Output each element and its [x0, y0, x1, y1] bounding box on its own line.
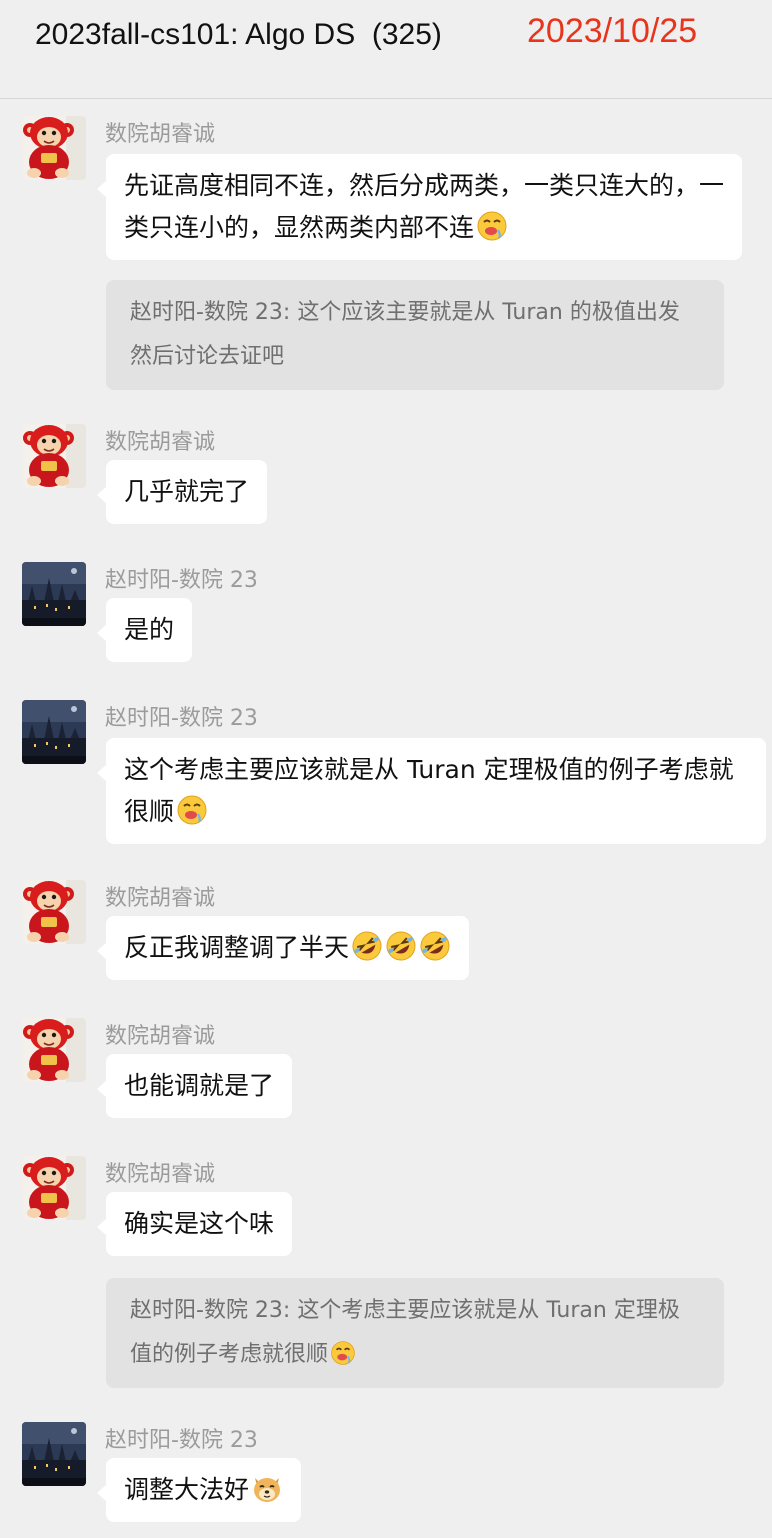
- message-bubble[interactable]: 也能调就是了: [96, 1054, 293, 1118]
- sender-name: 赵时阳-数院 23: [105, 1428, 258, 1453]
- message-bubble[interactable]: 反正我调整调了半天: [96, 916, 470, 980]
- message-text: 几乎就完了: [124, 477, 250, 506]
- rolling-laughing-icon: [351, 930, 383, 962]
- sender-name: 数院胡睿诚: [105, 1162, 216, 1187]
- night-castle-avatar[interactable]: [22, 700, 86, 764]
- rolling-laughing-icon: [385, 930, 417, 962]
- chat-header: 2023fall-cs101: Algo DS (325) 2023/10/25: [0, 0, 772, 99]
- sender-name: 数院胡睿诚: [105, 430, 216, 455]
- sender-name: 数院胡睿诚: [105, 122, 216, 147]
- red-monkey-avatar[interactable]: [22, 116, 86, 180]
- message-bubble[interactable]: 先证高度相同不连，然后分成两类，一类只连大的，一类只连小的，显然两类内部不连: [97, 154, 742, 260]
- message-text: 反正我调整调了半天: [124, 933, 350, 962]
- message-text: 也能调就是了: [124, 1071, 275, 1100]
- message-bubble[interactable]: 这个考虑主要应该就是从 Turan 定理极值的例子考虑就很顺: [97, 738, 766, 844]
- night-castle-avatar[interactable]: [22, 562, 86, 626]
- quoted-text: 赵时阳-数院 23: 这个考虑主要应该就是从 Turan 定理极值的例子考虑就很…: [130, 1298, 680, 1367]
- drooling-face-icon: [176, 794, 208, 826]
- night-castle-avatar[interactable]: [22, 1422, 86, 1486]
- quoted-reply[interactable]: 赵时阳-数院 23: 这个考虑主要应该就是从 Turan 定理极值的例子考虑就很…: [106, 1278, 724, 1388]
- red-monkey-avatar[interactable]: [22, 1018, 86, 1082]
- sender-name: 赵时阳-数院 23: [105, 706, 258, 731]
- quoted-reply[interactable]: 赵时阳-数院 23: 这个应该主要就是从 Turan 的极值出发然后讨论去证吧: [106, 280, 724, 390]
- chat-title[interactable]: 2023fall-cs101: Algo DS (325): [35, 18, 442, 52]
- message-text: 是的: [124, 615, 175, 644]
- drooling-face-icon: [476, 210, 508, 242]
- red-monkey-avatar[interactable]: [22, 1156, 86, 1220]
- message-bubble[interactable]: 是的: [96, 598, 193, 662]
- message-bubble[interactable]: 几乎就完了: [96, 460, 268, 524]
- message-text: 调整大法好: [124, 1475, 250, 1504]
- message-text: 确实是这个味: [124, 1209, 275, 1238]
- drooling-face-icon: [330, 1340, 356, 1366]
- message-bubble[interactable]: 确实是这个味: [96, 1192, 293, 1256]
- sender-name: 数院胡睿诚: [105, 1024, 216, 1049]
- rolling-laughing-icon: [419, 930, 451, 962]
- message-bubble[interactable]: 调整大法好: [96, 1458, 302, 1522]
- doge-icon: [251, 1472, 283, 1504]
- message-text: 先证高度相同不连，然后分成两类，一类只连大的，一类只连小的，显然两类内部不连: [124, 171, 725, 242]
- red-monkey-avatar[interactable]: [22, 424, 86, 488]
- date-annotation: 2023/10/25: [527, 12, 698, 50]
- sender-name: 数院胡睿诚: [105, 886, 216, 911]
- red-monkey-avatar[interactable]: [22, 880, 86, 944]
- message-text: 这个考虑主要应该就是从 Turan 定理极值的例子考虑就很顺: [124, 755, 734, 826]
- quoted-text: 赵时阳-数院 23: 这个应该主要就是从 Turan 的极值出发然后讨论去证吧: [130, 300, 680, 369]
- sender-name: 赵时阳-数院 23: [105, 568, 258, 593]
